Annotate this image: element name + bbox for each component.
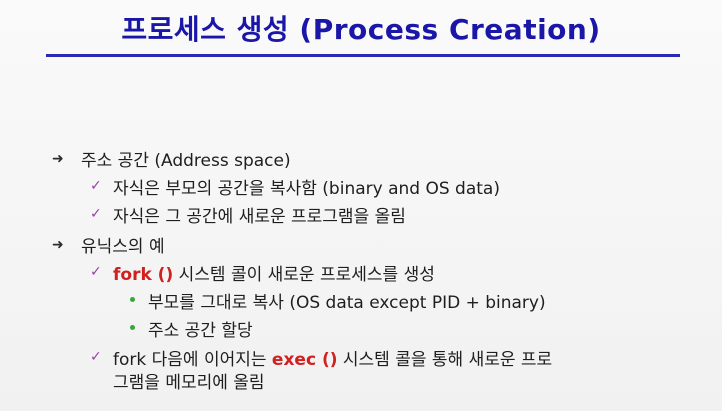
- checkmark-bullet-icon: ✓: [90, 178, 102, 194]
- list-item-exec: fork 다음에 이어지는 exec () 시스템 콜을 통해 새로운 프로: [113, 345, 552, 370]
- list-item-address-space: 주소 공간 (Address space): [81, 151, 291, 171]
- list-item-unix-example: 유닉스의 예: [81, 237, 165, 257]
- fork-keyword: fork (): [113, 265, 174, 285]
- checkmark-bullet-icon: ✓: [90, 264, 102, 280]
- list-item-allocate-space: 주소 공간 할당: [148, 321, 253, 341]
- exec-text-before: fork 다음에 이어지는: [113, 350, 272, 370]
- slide: 프로세스 생성 (Process Creation) ➜ 주소 공간 (Addr…: [0, 0, 722, 411]
- checkmark-bullet-icon: ✓: [90, 349, 102, 365]
- list-item-copy-parent: 부모를 그대로 복사 (OS data except PID + binary): [148, 293, 546, 313]
- list-item-child-copies: 자식은 부모의 공간을 복사함 (binary and OS data): [113, 179, 500, 199]
- list-item-exec-continued: 그램을 메모리에 올림: [113, 373, 265, 393]
- list-item-fork: fork () 시스템 콜이 새로운 프로세스를 생성: [113, 260, 435, 285]
- exec-keyword: exec (): [271, 350, 338, 370]
- checkmark-bullet-icon: ✓: [90, 206, 102, 222]
- slide-title: 프로세스 생성 (Process Creation): [121, 13, 601, 46]
- fork-description: 시스템 콜이 새로운 프로세스를 생성: [173, 265, 435, 285]
- list-item-child-loads: 자식은 그 공간에 새로운 프로그램을 올림: [113, 207, 406, 227]
- arrow-bullet-icon: ➜: [52, 151, 64, 167]
- dot-bullet-icon: [130, 325, 135, 330]
- title-underline: [46, 54, 680, 57]
- arrow-bullet-icon: ➜: [52, 237, 64, 253]
- dot-bullet-icon: [130, 297, 135, 302]
- exec-text-after: 시스템 콜을 통해 새로운 프로: [337, 350, 553, 370]
